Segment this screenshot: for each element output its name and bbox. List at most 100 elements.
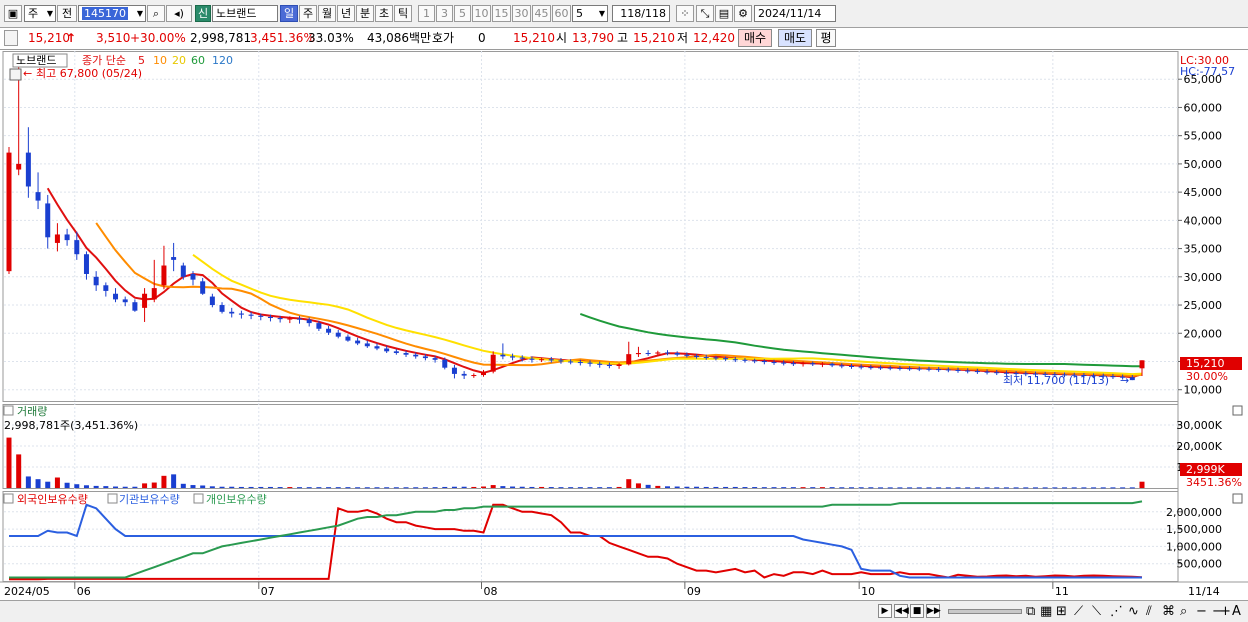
candle <box>345 334 351 342</box>
interval-button[interactable]: 1 <box>418 5 435 22</box>
stock-name-field[interactable]: 노브랜드 <box>212 5 278 22</box>
zoom-in-icon[interactable]: + <box>1220 604 1231 619</box>
ma10-line <box>95 222 1143 378</box>
price-y-tick-label: 30,000 <box>1184 271 1223 284</box>
x-month-11: 11 <box>1055 585 1069 598</box>
avg-button[interactable]: 평 <box>816 29 836 47</box>
volume-bar <box>1081 487 1087 489</box>
image-icon[interactable]: ▦ <box>1040 604 1052 619</box>
indiv-panel-icon[interactable] <box>193 493 204 504</box>
volume-bar <box>500 486 506 488</box>
zoom-out-icon[interactable]: − <box>1196 604 1207 619</box>
speaker-icon[interactable]: ◂) <box>166 5 192 22</box>
chart-area[interactable]: 10,00015,00020,00025,00030,00035,00040,0… <box>0 51 1248 600</box>
search-icon[interactable]: ⌕ <box>147 5 165 22</box>
candle-body <box>6 152 12 272</box>
volume-pct-tag: 3451.36% <box>1186 476 1242 489</box>
candle <box>151 259 157 303</box>
inst-panel-icon[interactable] <box>107 493 118 504</box>
candle-body <box>490 354 496 372</box>
candle-body <box>984 371 990 373</box>
stock-code-input[interactable]: 145170 ▼ <box>78 5 146 22</box>
candle-body <box>219 305 225 312</box>
volume-bar <box>684 486 690 488</box>
prev-button[interactable]: 전 <box>57 5 77 22</box>
dots-icon[interactable]: ⁘ <box>676 5 694 22</box>
interval-button[interactable]: 15 <box>492 5 511 22</box>
bar-count-field[interactable]: 118/118 <box>612 5 670 22</box>
candle <box>209 293 215 308</box>
buy-button[interactable]: 매수 <box>738 29 772 47</box>
period-button[interactable]: 일 <box>280 5 298 22</box>
gear-icon[interactable]: ⚙ <box>734 5 752 22</box>
volume-bar <box>35 479 41 488</box>
volume-bar <box>481 486 487 488</box>
draw-line-icon[interactable]: ⟋ <box>1074 604 1083 619</box>
save-icon[interactable]: ▤ <box>715 5 733 22</box>
institution-holdings-line <box>9 503 1142 579</box>
channel-icon[interactable]: ⫽ <box>1146 604 1152 619</box>
candle-body <box>539 359 545 361</box>
grid-icon[interactable]: ⊞ <box>1056 604 1067 619</box>
interval-button[interactable]: 3 <box>436 5 453 22</box>
candle-body <box>810 363 816 365</box>
sell-button[interactable]: 매도 <box>778 29 812 47</box>
fib-icon[interactable]: ⋰ <box>1110 604 1123 619</box>
market-select[interactable]: 주 ▼ <box>24 5 56 22</box>
magnifier-icon[interactable]: ⌕ <box>1180 604 1187 619</box>
date-field[interactable]: 2024/11/14 <box>754 5 836 22</box>
rewind-icon[interactable]: ◀◀ <box>894 604 909 618</box>
volume-bar <box>471 486 477 488</box>
volume-bar <box>1071 487 1077 489</box>
fast-forward-icon[interactable]: ▶▶ <box>926 604 941 618</box>
foreign-holdings-line <box>9 503 1143 581</box>
panel-toggle-icon[interactable] <box>4 30 18 46</box>
volume-bar <box>781 487 787 489</box>
crosshair-icon[interactable]: ⤡ <box>696 5 714 22</box>
candle <box>219 302 225 314</box>
price-change-pct: +30.00% <box>130 31 186 45</box>
candle <box>83 251 89 280</box>
interval-button[interactable]: 30 <box>512 5 531 22</box>
period-button[interactable]: 틱 <box>394 5 412 22</box>
close-volume-panel-icon[interactable] <box>1232 405 1243 416</box>
volume-tag: 2,999K <box>1186 463 1225 476</box>
candle-body <box>800 363 806 365</box>
volume-bar <box>64 482 70 488</box>
period-button[interactable]: 주 <box>299 5 317 22</box>
hoga-value: 0 <box>478 31 486 45</box>
volume-bar <box>713 486 719 488</box>
copy-icon[interactable]: ⧉ <box>1026 604 1035 619</box>
font-size-icon[interactable]: A <box>1232 604 1241 619</box>
scroll-right-icon[interactable]: ▶ <box>878 604 892 618</box>
candle-body <box>732 359 738 361</box>
period-button[interactable]: 분 <box>356 5 374 22</box>
price-y-tick-label: 40,000 <box>1184 214 1223 227</box>
period-button[interactable]: 년 <box>337 5 355 22</box>
zoom-slider[interactable] <box>948 609 1022 614</box>
volume-bar <box>1062 487 1068 489</box>
holdings-y-tick-label: 500,000 <box>1177 558 1223 571</box>
period-button[interactable]: 월 <box>318 5 336 22</box>
holdings-panel-icon[interactable] <box>3 493 14 504</box>
volume-bar <box>916 487 922 489</box>
close-holdings-panel-icon[interactable] <box>1232 493 1243 504</box>
candle-body <box>839 365 845 367</box>
window-menu-icon[interactable]: ▣ <box>4 5 22 22</box>
stop-icon[interactable]: ■ <box>910 604 924 618</box>
interval-button[interactable]: 10 <box>472 5 491 22</box>
candle-body <box>1129 377 1135 381</box>
candle <box>113 288 119 303</box>
trend-icon[interactable]: ⟍ <box>1092 604 1101 619</box>
calendar-icon[interactable] <box>9 68 22 81</box>
wave-icon[interactable]: ∿ <box>1128 604 1139 619</box>
period-button[interactable]: 초 <box>375 5 393 22</box>
interval-button[interactable]: 45 <box>532 5 551 22</box>
volume-bar <box>393 487 399 489</box>
custom-interval-select[interactable]: 5 ▼ <box>572 5 608 22</box>
interval-button[interactable]: 60 <box>552 5 571 22</box>
interval-button[interactable]: 5 <box>454 5 471 22</box>
volume-bar <box>829 487 835 489</box>
settings-small-icon[interactable]: ⌘ <box>1162 604 1175 619</box>
volume-panel-icon[interactable] <box>3 405 14 416</box>
